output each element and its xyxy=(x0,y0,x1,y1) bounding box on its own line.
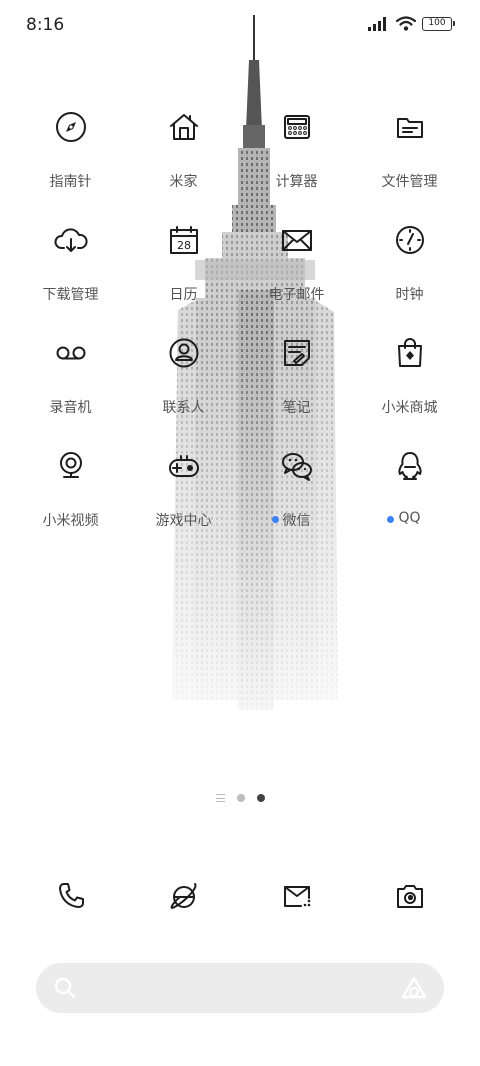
app-label: 小米商城 xyxy=(381,400,438,416)
page-dot[interactable] xyxy=(236,794,245,802)
app-label: 电子邮件 xyxy=(268,287,325,303)
app-clock[interactable]: 时钟 xyxy=(353,223,466,303)
status-time: 8:16 xyxy=(26,15,65,35)
wifi-icon xyxy=(396,16,416,31)
app-email[interactable]: 电子邮件 xyxy=(240,223,353,303)
camera-icon xyxy=(396,885,423,908)
app-game-center[interactable]: 游戏中心 xyxy=(127,449,240,529)
dock-camera[interactable] xyxy=(353,876,466,916)
app-qq[interactable]: QQ xyxy=(353,449,466,526)
app-grid: 指南针 米家 计算器 文件管理 下载管理 28 日历 电子邮件 时钟 录音机 联… xyxy=(14,110,466,529)
calculator-icon xyxy=(279,110,315,144)
gamepad-icon xyxy=(166,449,202,483)
folder-icon xyxy=(392,110,428,144)
app-label: 笔记 xyxy=(282,400,311,416)
messages-icon xyxy=(283,886,310,907)
app-label: 米家 xyxy=(169,174,198,190)
wechat-icon xyxy=(279,449,315,483)
video-camera-icon xyxy=(53,449,89,483)
app-label: 联系人 xyxy=(162,400,205,416)
recorder-icon xyxy=(53,336,89,370)
dock-messages[interactable] xyxy=(240,876,353,916)
app-calculator[interactable]: 计算器 xyxy=(240,110,353,190)
shopping-bag-icon xyxy=(392,336,428,370)
app-label: 录音机 xyxy=(49,400,92,416)
notes-icon xyxy=(279,336,315,370)
app-label: 微信 xyxy=(271,510,311,530)
app-wechat[interactable]: 微信 xyxy=(240,449,353,529)
calendar-date: 28 xyxy=(177,239,191,252)
signal-icon xyxy=(368,16,386,31)
app-contacts[interactable]: 联系人 xyxy=(127,336,240,416)
notification-dot xyxy=(271,516,279,523)
status-bar: 8:16 100 xyxy=(0,0,480,50)
app-label: 下载管理 xyxy=(42,287,99,303)
compass-icon xyxy=(53,110,89,144)
app-mi-video[interactable]: 小米视频 xyxy=(14,449,127,529)
page-dot-active[interactable] xyxy=(256,794,265,802)
page-indicator[interactable] xyxy=(0,794,480,802)
app-mijia[interactable]: 米家 xyxy=(127,110,240,190)
assistant-icon[interactable] xyxy=(400,975,428,1001)
contacts-icon xyxy=(166,336,202,370)
battery-icon: 100 xyxy=(422,16,455,31)
app-label-text: QQ xyxy=(398,510,421,526)
battery-level: 100 xyxy=(428,17,446,28)
status-icons: 100 xyxy=(368,16,455,31)
cloud-download-icon xyxy=(53,223,89,257)
dock xyxy=(14,876,466,916)
browser-icon xyxy=(170,883,196,909)
app-mi-store[interactable]: 小米商城 xyxy=(353,336,466,416)
app-label: QQ xyxy=(387,510,421,526)
qq-penguin-icon xyxy=(392,449,428,483)
mail-icon xyxy=(279,223,315,257)
home-icon xyxy=(166,110,202,144)
app-label: 小米视频 xyxy=(42,513,99,529)
app-downloads[interactable]: 下载管理 xyxy=(14,223,127,303)
app-label-text: 微信 xyxy=(282,513,311,529)
app-label: 时钟 xyxy=(395,287,424,303)
dock-browser[interactable] xyxy=(127,876,240,916)
app-notes[interactable]: 笔记 xyxy=(240,336,353,416)
app-label: 计算器 xyxy=(275,174,318,190)
calendar-icon: 28 xyxy=(166,223,202,257)
notification-dot xyxy=(387,516,395,523)
app-label: 游戏中心 xyxy=(155,513,212,529)
app-compass[interactable]: 指南针 xyxy=(14,110,127,190)
app-calendar[interactable]: 28 日历 xyxy=(127,223,240,303)
app-file-manager[interactable]: 文件管理 xyxy=(353,110,466,190)
phone-icon xyxy=(58,883,84,908)
app-label: 指南针 xyxy=(49,174,92,190)
menu-lines-icon xyxy=(215,794,225,802)
search-icon xyxy=(54,977,76,999)
dock-phone[interactable] xyxy=(14,876,127,916)
app-label: 日历 xyxy=(169,287,198,303)
app-recorder[interactable]: 录音机 xyxy=(14,336,127,416)
search-bar[interactable] xyxy=(36,963,444,1013)
clock-icon xyxy=(392,223,428,257)
search-input[interactable] xyxy=(88,973,378,1003)
app-label: 文件管理 xyxy=(381,174,438,190)
